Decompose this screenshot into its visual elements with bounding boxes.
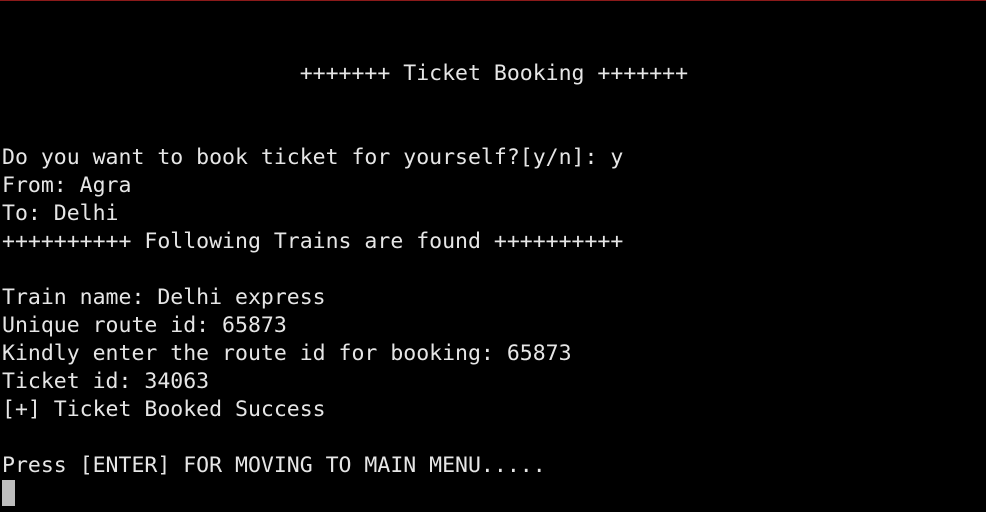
enter-route-id-line: Kindly enter the route id for booking: 6…	[2, 341, 572, 366]
title-line: +++++++ Ticket Booking +++++++	[2, 61, 689, 86]
terminal-window[interactable]: +++++++ Ticket Booking +++++++ Do you wa…	[0, 0, 986, 512]
route-id-line: Unique route id: 65873	[2, 313, 287, 338]
booked-success-line: [+] Ticket Booked Success	[2, 397, 326, 422]
ticket-id-line: Ticket id: 34063	[2, 369, 210, 394]
press-enter-line: Press [ENTER] FOR MOVING TO MAIN MENU...…	[2, 453, 546, 478]
text-cursor	[2, 480, 15, 506]
trains-found-line: ++++++++++ Following Trains are found ++…	[2, 229, 624, 254]
from-line: From: Agra	[2, 173, 132, 198]
train-name-line: Train name: Delhi express	[2, 285, 326, 310]
to-line: To: Delhi	[2, 201, 119, 226]
book-self-prompt-line: Do you want to book ticket for yourself?…	[2, 145, 624, 170]
